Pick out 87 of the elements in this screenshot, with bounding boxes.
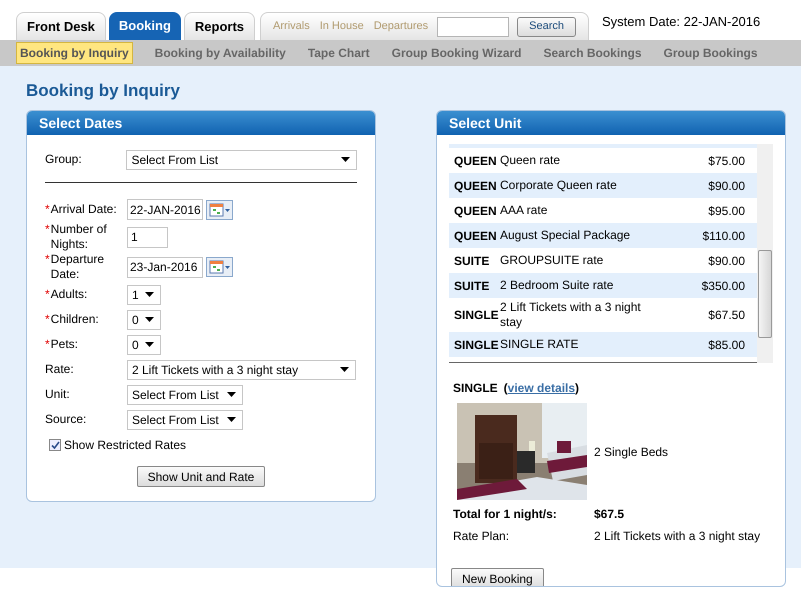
- unit-type: QUEEN: [453, 152, 498, 170]
- field-label: Group:: [45, 152, 83, 167]
- required-marker: *: [45, 287, 50, 302]
- rate-price: $90.00: [707, 178, 745, 194]
- unit-row[interactable]: QUEEN August Special Package $110.00: [449, 223, 757, 248]
- select-field[interactable]: Select From List: [127, 410, 243, 430]
- nav-tab[interactable]: Reports: [184, 12, 256, 40]
- field-label: Departure Date:: [50, 252, 106, 282]
- view-details-link[interactable]: view details: [508, 381, 576, 395]
- date-field[interactable]: 23-Jan-2016: [127, 256, 203, 278]
- checkbox[interactable]: [49, 439, 61, 451]
- select-field[interactable]: 1: [127, 284, 161, 304]
- search-button[interactable]: Search: [517, 16, 576, 36]
- rate-name: Queen rate: [500, 153, 562, 168]
- unit-type: QUEEN: [453, 202, 498, 220]
- panel-header: Select Unit: [437, 111, 785, 135]
- unit-row[interactable]: SUITE 2 Bedroom Suite rate $350.00: [449, 273, 757, 298]
- rate-price: $110.00: [702, 228, 745, 244]
- sub-nav-link[interactable]: Booking by Inquiry: [16, 42, 133, 64]
- field-label: Number of Nights:: [50, 222, 108, 252]
- caret-icon: [227, 417, 236, 422]
- unit-type: SUITE: [453, 252, 490, 270]
- unit-type: SUITE: [453, 278, 490, 294]
- unit-description: 2 Single Beds: [594, 444, 668, 460]
- rate-plan-label: Rate Plan:: [453, 528, 510, 545]
- nav-tab[interactable]: Booking: [108, 12, 181, 40]
- select-field[interactable]: 0: [127, 334, 161, 354]
- rate-price: $350.00: [700, 278, 745, 294]
- unit-row[interactable]: SINGLESINGLE RATE $85.00: [449, 332, 757, 357]
- required-marker: *: [45, 222, 50, 237]
- rate-name: 2 Lift Tickets with a 3 night stay: [500, 300, 642, 330]
- rate-name: Corporate Queen rate: [500, 178, 618, 193]
- unit-type: QUEEN: [453, 228, 498, 244]
- select-field[interactable]: 0: [127, 310, 161, 330]
- rate-price: $95.00: [707, 202, 745, 220]
- field-label: Adults:: [50, 287, 88, 302]
- checkbox-label: Show Restricted Rates: [64, 437, 186, 454]
- calendar-icon[interactable]: [206, 257, 233, 277]
- required-marker: *: [45, 312, 50, 327]
- parenthesis: (: [504, 381, 508, 395]
- select-field[interactable]: 2 Lift Tickets with a 3 night stay: [127, 360, 356, 380]
- unit-type: SINGLE: [453, 307, 500, 324]
- rate-price: $85.00: [707, 336, 745, 354]
- field-label: Rate:: [45, 362, 75, 377]
- system-date: System Date: 22-JAN-2016: [602, 13, 760, 32]
- date-field[interactable]: 22-JAN-2016: [127, 199, 203, 220]
- rate-name: 2 Bedroom Suite rate: [500, 278, 614, 293]
- input-field[interactable]: 1: [127, 226, 168, 248]
- field-label: Children:: [50, 312, 100, 327]
- total-value: $67.5: [594, 506, 626, 523]
- rate-name: SINGLE RATE: [500, 337, 580, 352]
- field-label: Unit:: [45, 387, 71, 402]
- caret-icon: [227, 392, 236, 397]
- unit-type: SINGLE: [453, 380, 498, 397]
- rate-plan-value: 2 Lift Tickets with a 3 night stay: [594, 528, 762, 545]
- search-field[interactable]: [437, 16, 510, 36]
- required-marker: *: [45, 252, 50, 267]
- new-booking-button[interactable]: New Booking: [451, 568, 544, 586]
- unit-type: SINGLE: [453, 336, 500, 354]
- nav-tab[interactable]: Front Desk: [16, 12, 106, 40]
- field-label: Pets:: [50, 337, 80, 352]
- total-label: Total for 1 night/s:: [453, 506, 558, 523]
- unit-type: QUEEN: [453, 178, 498, 194]
- field-label: Arrival Date:: [50, 202, 118, 217]
- field-label: Source:: [45, 412, 88, 427]
- rate-price: $90.00: [707, 252, 745, 270]
- caret-icon: [145, 342, 154, 347]
- parenthesis: ): [575, 381, 580, 395]
- show-unit-and-rate-button[interactable]: Show Unit and Rate: [136, 466, 266, 487]
- caret-icon: [145, 317, 154, 322]
- scrollbar[interactable]: [757, 144, 773, 363]
- rate-name: AAA rate: [500, 203, 548, 218]
- caret-icon: [145, 292, 154, 297]
- rate-name: GROUPSUITE rate: [500, 253, 604, 268]
- rate-name: August Special Package: [500, 228, 632, 243]
- rate-price: $67.50: [707, 307, 745, 324]
- calendar-icon[interactable]: [206, 200, 233, 220]
- page-title: Booking by Inquiry: [26, 80, 180, 102]
- caret-icon: [340, 367, 349, 372]
- required-marker: *: [45, 202, 50, 217]
- select-field[interactable]: Select From List: [127, 384, 243, 404]
- caret-icon: [341, 157, 350, 162]
- panel-header: Select Dates: [27, 111, 375, 135]
- select-field[interactable]: Select From List: [126, 150, 357, 170]
- rate-price: $75.00: [707, 152, 745, 170]
- required-marker: *: [45, 337, 50, 352]
- unit-row[interactable]: QUEEN Corporate Queen rate $90.00: [449, 173, 757, 198]
